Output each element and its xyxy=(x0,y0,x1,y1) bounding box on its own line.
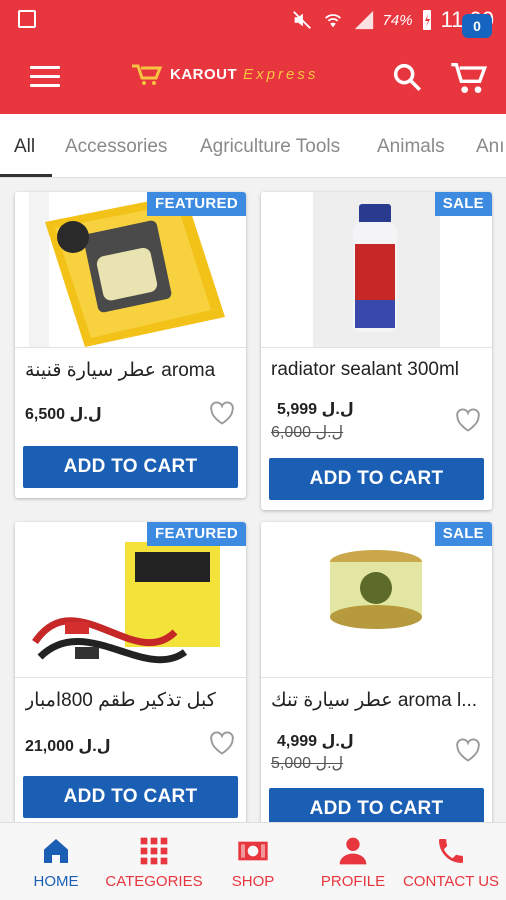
favorite-heart-icon[interactable] xyxy=(208,730,236,756)
divider xyxy=(261,347,492,348)
menu-button[interactable] xyxy=(30,66,60,88)
sale-badge: SALE xyxy=(434,522,492,546)
app-bar: KAROUT Express xyxy=(0,38,506,114)
home-icon xyxy=(44,839,68,863)
wifi-icon xyxy=(324,14,341,28)
status-bar: 74% 11:00 xyxy=(0,0,506,38)
battery-percent: 74% xyxy=(382,11,413,29)
signal-icon xyxy=(354,10,373,30)
featured-badge: FEATURED xyxy=(147,522,246,546)
divider xyxy=(261,677,492,678)
menu-icon-line xyxy=(30,84,60,87)
product-card[interactable]: SALE عطر سيارة تنك aroma l... 4,999 ل.ل … xyxy=(261,522,492,840)
favorite-heart-icon[interactable] xyxy=(454,407,482,433)
logo-text-sub: Express xyxy=(243,65,319,83)
tab-all[interactable]: All xyxy=(14,114,35,177)
grid-icon xyxy=(140,837,168,865)
shopping-cart-icon[interactable] xyxy=(448,58,488,98)
featured-badge: FEATURED xyxy=(147,192,246,216)
original-price: 6,000 ل.ل xyxy=(271,424,344,441)
tab-next-category[interactable]: Anı xyxy=(476,114,505,177)
product-title[interactable]: كبل تذكير طقم 800امبار xyxy=(25,689,236,712)
tab-animals[interactable]: Animals xyxy=(377,114,445,177)
phone-icon xyxy=(439,839,463,863)
product-title[interactable]: عطر سيارة تنك aroma l... xyxy=(271,689,482,712)
category-tabs: All Accessories Agriculture Tools Animal… xyxy=(0,114,506,178)
nav-home[interactable]: HOME xyxy=(20,823,92,900)
nav-label: SHOP xyxy=(231,873,275,890)
mute-icon xyxy=(292,11,311,29)
nav-profile[interactable]: PROFILE xyxy=(316,823,390,900)
product-title[interactable]: radiator sealant 300ml xyxy=(271,359,482,381)
product-price: 5,999 ل.ل xyxy=(277,401,354,418)
logo-text-main: KAROUT xyxy=(170,65,238,83)
add-to-cart-button[interactable]: ADD TO CART xyxy=(269,458,484,500)
menu-icon-line xyxy=(30,75,60,78)
product-card[interactable]: FEATURED كبل تذكير طقم 800امبار 21,000 ل… xyxy=(15,522,246,828)
nav-shop[interactable]: SHOP xyxy=(222,823,284,900)
product-title[interactable]: عطر سيارة قنينة aroma xyxy=(25,359,236,382)
search-icon[interactable] xyxy=(390,60,424,94)
product-price: 21,000 ل.ل xyxy=(25,738,111,755)
sale-badge: SALE xyxy=(434,192,492,216)
original-price: 5,000 ل.ل xyxy=(271,755,344,772)
cart-logo-icon xyxy=(132,64,163,85)
person-icon xyxy=(339,837,367,865)
product-card[interactable]: FEATURED عطر سيارة قنينة aroma 6,500 ل.ل… xyxy=(15,192,246,498)
divider xyxy=(15,677,246,678)
product-price: 6,500 ل.ل xyxy=(25,406,102,423)
tab-agriculture-tools[interactable]: Agriculture Tools xyxy=(200,114,340,177)
tab-accessories[interactable]: Accessories xyxy=(65,114,167,177)
active-tab-indicator xyxy=(0,174,52,177)
add-to-cart-button[interactable]: ADD TO CART xyxy=(23,776,238,818)
bottom-navigation: HOME CATEGORIES SHOP PROFILE CONTACT US xyxy=(0,822,506,900)
cart-count-badge: 0 xyxy=(462,14,492,38)
app-logo: KAROUT Express xyxy=(130,62,318,86)
product-price: 4,999 ل.ل xyxy=(277,733,354,750)
money-icon xyxy=(238,841,268,861)
gallery-notification-icon xyxy=(18,10,36,28)
nav-label: PROFILE xyxy=(320,873,386,890)
favorite-heart-icon[interactable] xyxy=(454,737,482,763)
nav-label: CATEGORIES xyxy=(105,873,203,890)
nav-categories[interactable]: CATEGORIES xyxy=(100,823,208,900)
add-to-cart-button[interactable]: ADD TO CART xyxy=(23,446,238,488)
battery-icon xyxy=(422,10,431,30)
favorite-heart-icon[interactable] xyxy=(208,400,236,426)
divider xyxy=(15,347,246,348)
nav-label: HOME xyxy=(33,873,79,890)
product-card[interactable]: SALE radiator sealant 300ml 5,999 ل.ل 6,… xyxy=(261,192,492,510)
menu-icon-line xyxy=(30,66,60,69)
nav-contact-us[interactable]: CONTACT US xyxy=(398,823,504,900)
nav-label: CONTACT US xyxy=(402,873,500,890)
